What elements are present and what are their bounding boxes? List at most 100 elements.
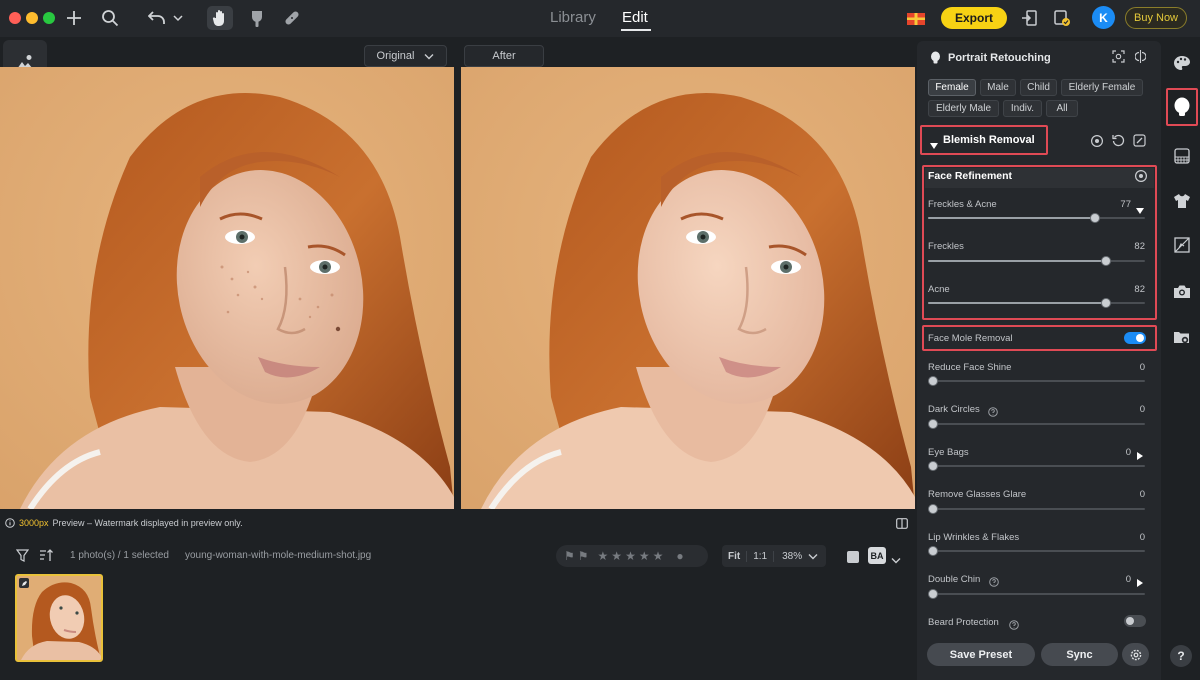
original-label: Original: [376, 50, 415, 62]
palette-icon[interactable]: [1168, 49, 1196, 77]
mole-removal-toggle[interactable]: [1124, 332, 1146, 344]
slider-knob[interactable]: [928, 589, 938, 599]
slider-lip-wrinkles[interactable]: [928, 546, 1145, 556]
slider-knob[interactable]: [928, 461, 938, 471]
sync-settings-button[interactable]: [1122, 643, 1149, 666]
slider-remove-glasses-glare[interactable]: [928, 504, 1145, 514]
portrait-module-icon[interactable]: [1168, 93, 1196, 121]
slider-value-remove-glasses-glare[interactable]: 0: [1121, 489, 1145, 500]
slider-knob[interactable]: [928, 376, 938, 386]
folder-preview-icon[interactable]: [1168, 323, 1196, 351]
slider-value-reduce-face-shine[interactable]: 0: [1121, 362, 1145, 373]
avatar[interactable]: K: [1092, 6, 1115, 29]
slider-value-double-chin[interactable]: 0: [1107, 574, 1131, 585]
help-circle-icon[interactable]: [1009, 617, 1019, 635]
tab-edit[interactable]: Edit: [622, 9, 648, 26]
slider-knob[interactable]: [1100, 256, 1111, 266]
visibility-icon[interactable]: [1134, 169, 1148, 187]
slider-value-eye-bags[interactable]: 0: [1107, 447, 1131, 458]
one-to-one-button[interactable]: 1:1: [747, 550, 775, 562]
export-button[interactable]: Export: [941, 7, 1007, 29]
reset-icon[interactable]: [1112, 134, 1125, 152]
slider-eye-bags[interactable]: [928, 461, 1145, 471]
slider-value-freckles-acne[interactable]: 77: [1107, 199, 1131, 210]
task-icon[interactable]: [1052, 6, 1072, 30]
auto-edit-icon[interactable]: [1133, 134, 1146, 152]
slider-knob[interactable]: [928, 546, 938, 556]
help-button[interactable]: ?: [1170, 645, 1192, 667]
slider-reduce-face-shine[interactable]: [928, 376, 1145, 386]
star-1-icon[interactable]: ★: [598, 549, 609, 563]
beard-protection-toggle[interactable]: [1124, 615, 1146, 627]
color-label-icon[interactable]: ●: [676, 549, 683, 563]
slider-freckles-acne[interactable]: [928, 213, 1145, 223]
slider-knob[interactable]: [1100, 298, 1111, 308]
hand-icon[interactable]: [207, 6, 233, 30]
clothing-module-icon[interactable]: [1168, 187, 1196, 215]
maximize-window-button[interactable]: [43, 12, 55, 24]
slider-knob[interactable]: [928, 504, 938, 514]
caret-right-icon[interactable]: [1137, 447, 1143, 465]
minimize-window-button[interactable]: [26, 12, 38, 24]
preset-male[interactable]: Male: [980, 79, 1016, 96]
star-2-icon[interactable]: ★: [611, 549, 622, 563]
slider-freckles[interactable]: [928, 256, 1145, 266]
star-3-icon[interactable]: ★: [625, 549, 636, 563]
split-view-icon[interactable]: [896, 516, 908, 534]
plus-icon[interactable]: [63, 6, 85, 30]
after-photo[interactable]: [461, 67, 915, 509]
gift-icon[interactable]: [905, 6, 927, 30]
compare-icon[interactable]: [1134, 49, 1147, 69]
face-select-icon[interactable]: [1112, 50, 1125, 68]
original-dropdown[interactable]: Original: [364, 45, 447, 67]
chevron-down-icon[interactable]: [891, 551, 901, 569]
import-icon[interactable]: [1019, 6, 1039, 30]
chevron-down-icon[interactable]: [808, 553, 818, 560]
help-circle-icon[interactable]: [989, 574, 999, 592]
slider-value-dark-circles[interactable]: 0: [1121, 404, 1145, 415]
buy-now-button[interactable]: Buy Now: [1125, 7, 1187, 29]
star-4-icon[interactable]: ★: [639, 549, 650, 563]
tab-library[interactable]: Library: [550, 9, 596, 26]
caret-right-icon[interactable]: [1137, 574, 1143, 592]
flag-icon[interactable]: ⚑: [564, 549, 575, 563]
slider-value-freckles[interactable]: 82: [1121, 241, 1145, 252]
undo-icon[interactable]: [146, 6, 168, 30]
slider-dark-circles[interactable]: [928, 419, 1145, 429]
slider-double-chin[interactable]: [928, 589, 1145, 599]
filter-icon[interactable]: [15, 549, 30, 567]
slider-value-lip-wrinkles[interactable]: 0: [1121, 532, 1145, 543]
preset-elderly-male[interactable]: Elderly Male: [928, 100, 999, 117]
preset-elderly-female[interactable]: Elderly Female: [1061, 79, 1143, 96]
zoom-value[interactable]: 38%: [774, 551, 808, 562]
chevron-down-icon[interactable]: [171, 6, 185, 30]
slider-acne[interactable]: [928, 298, 1145, 308]
sort-icon[interactable]: [39, 549, 53, 567]
visibility-icon[interactable]: [1090, 134, 1104, 152]
slider-value-acne[interactable]: 82: [1121, 284, 1145, 295]
crop-module-icon[interactable]: [1168, 231, 1196, 259]
save-preset-button[interactable]: Save Preset: [927, 643, 1035, 666]
reject-flag-icon[interactable]: ⚑: [578, 549, 589, 563]
sync-button[interactable]: Sync: [1041, 643, 1118, 666]
close-window-button[interactable]: [9, 12, 21, 24]
background-module-icon[interactable]: [1168, 142, 1196, 170]
camera-module-icon[interactable]: [1168, 277, 1196, 305]
fit-button[interactable]: Fit: [722, 550, 748, 562]
help-circle-icon[interactable]: [988, 404, 998, 422]
slider-knob[interactable]: [928, 419, 938, 429]
brush-icon[interactable]: [246, 6, 268, 30]
preset-female[interactable]: Female: [928, 79, 976, 96]
preset-individual[interactable]: Indiv.: [1003, 100, 1042, 117]
single-view-icon[interactable]: [847, 550, 859, 568]
original-photo[interactable]: [0, 67, 454, 509]
preset-all[interactable]: All: [1046, 100, 1078, 117]
filmstrip-thumbnail[interactable]: [15, 574, 103, 662]
before-after-button[interactable]: BA: [868, 547, 886, 564]
star-5-icon[interactable]: ★: [653, 549, 664, 563]
section-blemish-removal[interactable]: Blemish Removal: [943, 134, 1035, 146]
caret-down-icon[interactable]: [930, 137, 938, 155]
search-icon[interactable]: [99, 6, 121, 30]
preset-child[interactable]: Child: [1020, 79, 1057, 96]
bandage-icon[interactable]: [281, 6, 303, 30]
